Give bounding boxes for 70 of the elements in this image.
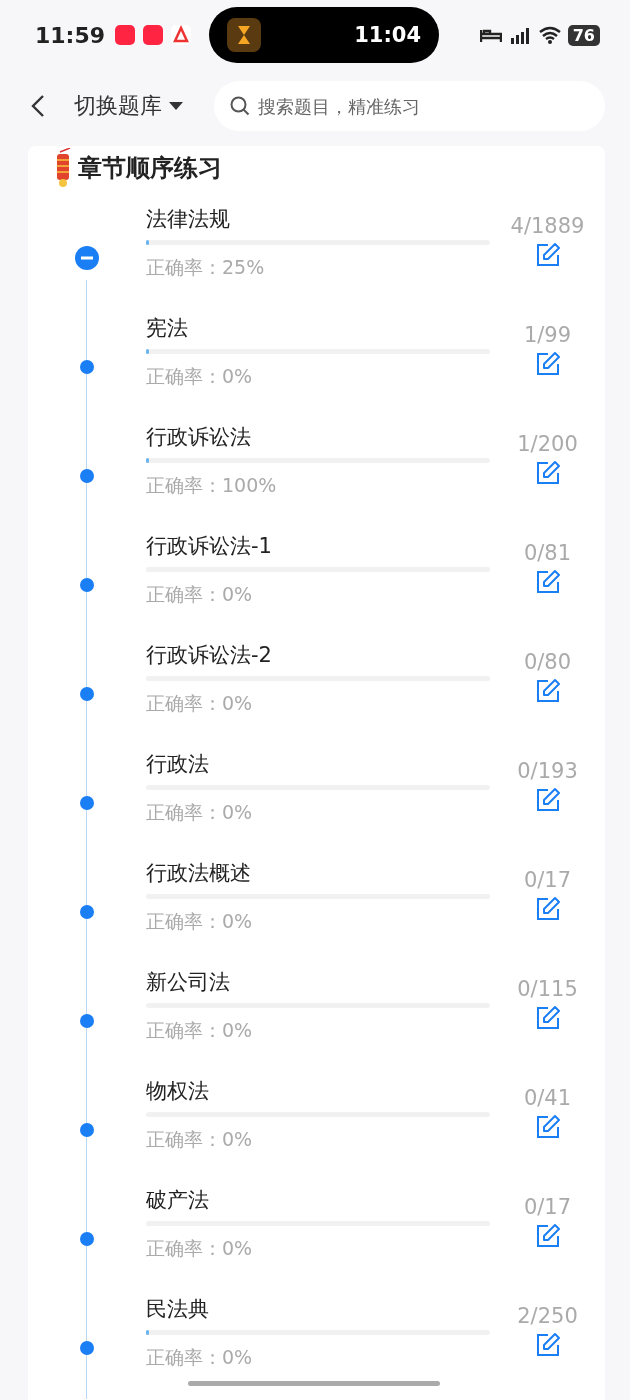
- timeline-dot: [80, 577, 94, 592]
- clock: 11:59: [35, 22, 106, 48]
- collapse-icon[interactable]: [75, 245, 99, 270]
- accuracy-text: 正确率：0%: [146, 800, 254, 825]
- chapter-title[interactable]: 行政法: [146, 745, 490, 783]
- edit-icon[interactable]: [534, 242, 561, 268]
- chapter-title[interactable]: 物权法: [146, 1072, 490, 1110]
- timer-text: 11:04: [354, 23, 422, 47]
- edit-icon[interactable]: [534, 569, 561, 595]
- accuracy-text: 正确率：0%: [146, 691, 254, 716]
- chapter-title[interactable]: 宪法: [146, 309, 490, 347]
- accuracy-text: 正确率：0%: [146, 364, 254, 389]
- bank-switch-dropdown[interactable]: 切换题库: [74, 91, 184, 121]
- progress-count: 4/1889: [510, 214, 585, 238]
- app-icon: [143, 25, 164, 45]
- progress-count: 0/17: [523, 1195, 572, 1219]
- timeline-dot: [80, 468, 94, 483]
- accuracy-text: 正确率：100%: [146, 473, 278, 498]
- caret-icon: [168, 101, 184, 111]
- edit-icon[interactable]: [534, 1332, 561, 1358]
- chapter-title[interactable]: 法律法规: [146, 200, 490, 238]
- timeline-dot: [80, 904, 94, 919]
- chapter-title[interactable]: 破产法: [146, 1181, 490, 1219]
- edit-icon[interactable]: [534, 678, 561, 704]
- timeline-dot: [80, 686, 94, 701]
- accuracy-text: 正确率：0%: [146, 909, 254, 934]
- edit-icon[interactable]: [534, 1114, 561, 1140]
- progress-count: 1/99: [523, 323, 572, 347]
- chapter-title[interactable]: 民法典: [146, 1290, 490, 1328]
- app-icon: [171, 25, 192, 45]
- timeline-dot: [80, 359, 94, 374]
- timeline-dot: [80, 1013, 94, 1028]
- chapter-title[interactable]: 行政法概述: [146, 854, 490, 892]
- search-field[interactable]: 搜索题目，精准练习: [214, 81, 605, 131]
- progress-count: 0/115: [517, 977, 578, 1001]
- edit-icon[interactable]: [534, 896, 561, 922]
- section-title: 章节顺序练习: [78, 153, 222, 184]
- wifi-icon: [537, 26, 562, 44]
- chapter-title[interactable]: 行政诉讼法: [146, 418, 490, 456]
- timeline-dot: [80, 795, 94, 810]
- chapter-title[interactable]: 行政诉讼法-2: [146, 636, 490, 674]
- accuracy-text: 正确率：0%: [146, 1018, 254, 1043]
- accuracy-text: 正确率：25%: [146, 255, 266, 280]
- progress-count: 0/41: [523, 1086, 572, 1110]
- back-icon[interactable]: [30, 94, 46, 118]
- edit-icon[interactable]: [534, 787, 561, 813]
- edit-icon[interactable]: [534, 460, 561, 486]
- progress-count: 2/250: [517, 1304, 578, 1328]
- bed-icon: [479, 27, 502, 43]
- edit-icon[interactable]: [534, 351, 561, 377]
- progress-count: 1/200: [517, 432, 578, 456]
- battery-indicator: 76: [567, 24, 600, 46]
- edit-icon[interactable]: [534, 1223, 561, 1249]
- progress-count: 0/80: [523, 650, 572, 674]
- timeline-dot: [80, 1122, 94, 1137]
- hourglass-icon: [227, 18, 262, 52]
- accuracy-text: 正确率：0%: [146, 1236, 254, 1261]
- accuracy-text: 正确率：0%: [146, 1127, 254, 1152]
- timeline-dot: [80, 1340, 94, 1355]
- progress-count: 0/17: [523, 868, 572, 892]
- progress-count: 0/193: [517, 759, 578, 783]
- accuracy-text: 正确率：0%: [146, 1345, 254, 1370]
- chapter-title[interactable]: 行政诉讼法-1: [146, 527, 490, 565]
- accuracy-text: 正确率：0%: [146, 582, 254, 607]
- dynamic-island[interactable]: 11:04: [209, 7, 440, 63]
- timeline-dot: [80, 1231, 94, 1246]
- edit-icon[interactable]: [534, 1005, 561, 1031]
- chapter-title[interactable]: 新公司法: [146, 963, 490, 1001]
- progress-count: 0/81: [523, 541, 572, 565]
- app-icon: [115, 25, 136, 45]
